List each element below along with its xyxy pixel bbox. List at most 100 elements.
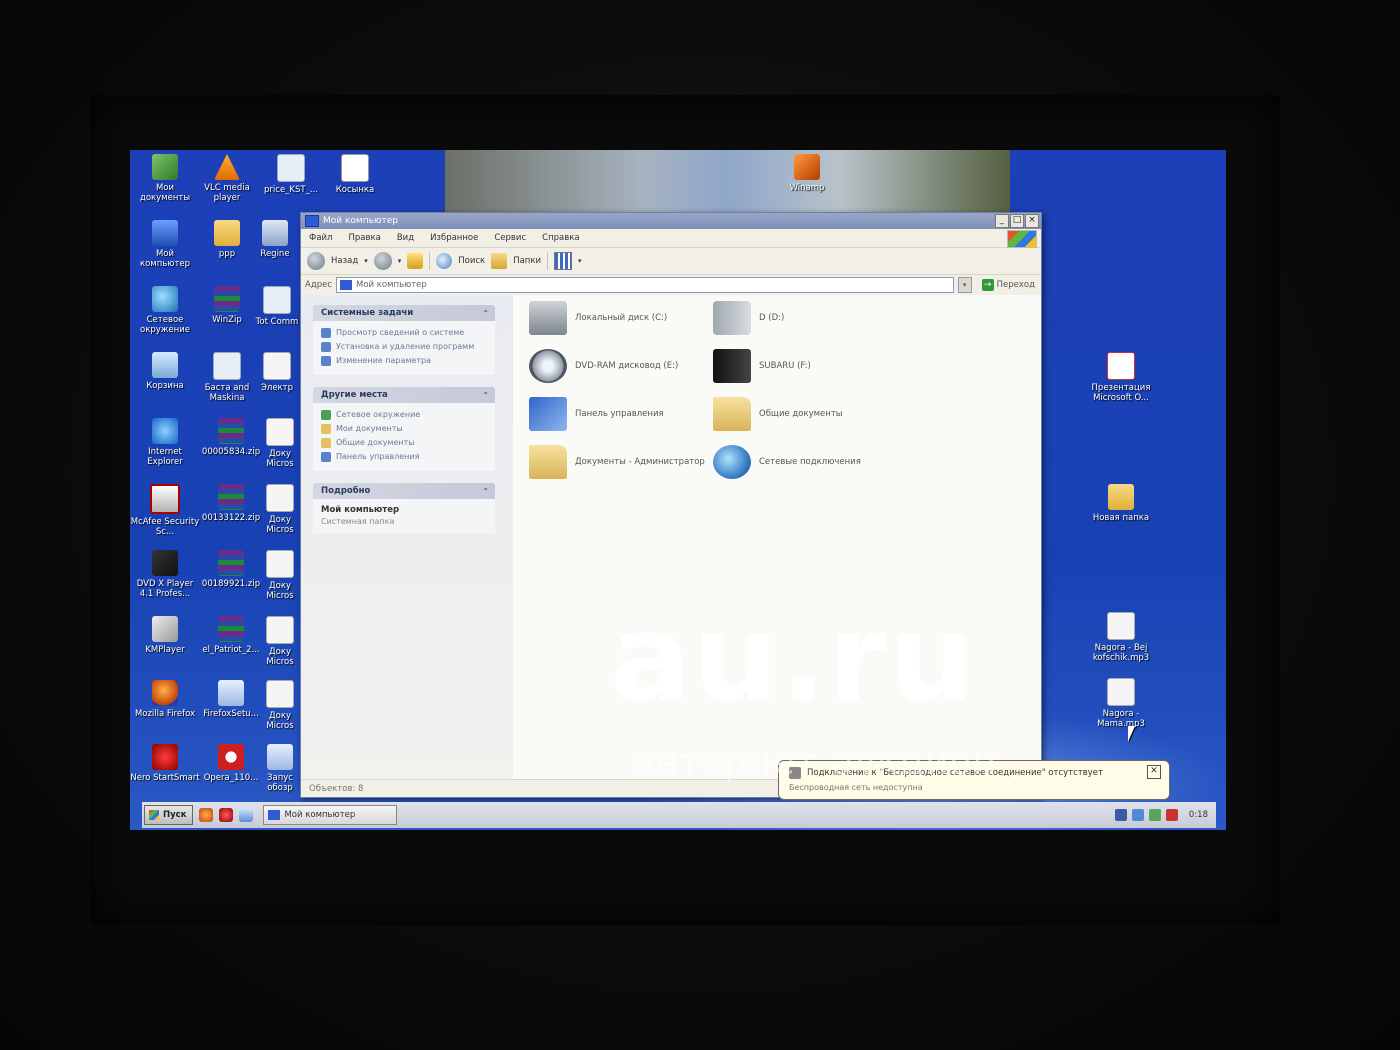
back-arrow-icon[interactable] — [307, 252, 325, 270]
desktop-icon-my-documents[interactable]: Мои документы — [130, 154, 200, 203]
item-subaru-f[interactable]: SUBARU (F:) — [713, 349, 811, 383]
desktop-icon-mcafee[interactable]: McAfee Security Sc... — [130, 484, 200, 537]
desktop-icon-regine[interactable]: Regine — [250, 220, 300, 259]
chevron-down-icon[interactable]: ▾ — [398, 257, 402, 265]
quicklaunch-desktop-icon[interactable] — [239, 808, 254, 822]
desktop-icon-my-computer[interactable]: Мой компьютер — [130, 220, 200, 269]
system-tray: 0:18 — [1107, 804, 1216, 826]
menu-view[interactable]: Вид — [397, 233, 414, 243]
item-drive-d[interactable]: D (D:) — [713, 301, 784, 335]
desktop-icon-basta[interactable]: Баста and Maskina — [192, 352, 262, 403]
desktop-icon-dvdx[interactable]: DVD X Player 4.1 Profes... — [130, 550, 200, 599]
place-my-documents[interactable]: Мои документы — [321, 423, 487, 434]
desktop-icon-opera[interactable]: Opera_110... — [196, 744, 266, 783]
installer-icon — [218, 680, 244, 706]
taskbar-button-my-computer[interactable]: Мой компьютер — [263, 805, 398, 825]
desktop-icon-doc-4[interactable]: Доку Micros — [260, 616, 300, 667]
window-titlebar[interactable]: Мой компьютер _ □ × — [301, 213, 1041, 229]
item-local-disk-c[interactable]: Локальный диск (C:) — [529, 301, 667, 335]
quicklaunch-firefox-icon[interactable] — [199, 808, 214, 822]
antivirus-tray-icon[interactable] — [1165, 809, 1178, 821]
address-input[interactable]: Мой компьютер — [336, 277, 954, 293]
forward-arrow-icon[interactable] — [373, 252, 392, 270]
desktop-icon-zip-3[interactable]: 00189921.zip — [196, 550, 266, 589]
menu-edit[interactable]: Правка — [348, 233, 380, 243]
my-documents-icon — [152, 154, 178, 180]
task-change-setting[interactable]: Изменение параметра — [321, 355, 487, 366]
desktop-icon-doc-5[interactable]: Доку Micros — [260, 680, 300, 731]
close-button[interactable]: × — [1025, 214, 1039, 228]
desktop-icon-doc-1[interactable]: Доку Micros — [260, 418, 300, 469]
task-add-remove-programs[interactable]: Установка и удаление программ — [321, 341, 487, 352]
minimize-button[interactable]: _ — [995, 214, 1009, 228]
menu-file[interactable]: Файл — [309, 233, 332, 243]
desktop-icon-mp3-1[interactable]: Nagora - Bej kofschik.mp3 — [1086, 612, 1156, 663]
clock[interactable]: 0:18 — [1189, 810, 1208, 820]
collapse-chevron-icon[interactable]: ⌃ — [482, 391, 489, 400]
folders-button[interactable]: Папки — [513, 256, 541, 266]
other-places-header[interactable]: Другие места ⌃ — [313, 387, 495, 403]
system-tasks-header[interactable]: Системные задачи ⌃ — [313, 305, 495, 321]
menu-tools[interactable]: Сервис — [494, 233, 526, 243]
maximize-button[interactable]: □ — [1010, 214, 1024, 228]
item-dvd-e[interactable]: DVD-RAM дисковод (E:) — [529, 349, 678, 383]
place-shared-documents[interactable]: Общие документы — [321, 437, 487, 448]
address-dropdown-button[interactable]: ▾ — [957, 277, 972, 293]
desktop-icon-recycle-bin[interactable]: Корзина — [130, 352, 200, 391]
desktop-icon-total-commander[interactable]: Tot Comm — [254, 286, 300, 327]
menu-help[interactable]: Справка — [542, 233, 579, 243]
document-icon — [266, 484, 294, 512]
start-button[interactable]: Пуск — [144, 805, 194, 825]
chevron-down-icon[interactable]: ▾ — [578, 257, 582, 265]
desktop-icon-el-patriot[interactable]: el_Patriot_2... — [196, 616, 266, 655]
details-header[interactable]: Подробно ⌃ — [313, 483, 495, 499]
desktop-icon-electr[interactable]: Электр — [254, 352, 300, 393]
item-shared-documents[interactable]: Общие документы — [713, 397, 843, 431]
desktop-icon-zip-1[interactable]: 00005834.zip — [196, 418, 266, 457]
desktop-icon-network[interactable]: Сетевое окружение — [130, 286, 200, 335]
place-network[interactable]: Сетевое окружение — [321, 409, 487, 420]
language-indicator-icon[interactable] — [1114, 809, 1127, 821]
go-button[interactable]: → Переход — [976, 279, 1041, 291]
task-view-system-info[interactable]: Просмотр сведений о системе — [321, 327, 487, 338]
desktop-icon-winzip[interactable]: WinZip — [192, 286, 262, 325]
desktop-icon-presentation[interactable]: Презентация Microsoft O... — [1086, 352, 1156, 403]
desktop-icon-firefox-setup[interactable]: FirefoxSetu... — [196, 680, 266, 719]
place-control-panel[interactable]: Панель управления — [321, 451, 487, 462]
up-folder-icon[interactable] — [407, 253, 424, 269]
collapse-chevron-icon[interactable]: ⌃ — [482, 309, 489, 318]
task-pane: Системные задачи ⌃ Просмотр сведений о с… — [301, 295, 513, 779]
desktop-icon-mp3-2[interactable]: Nagora - Mama.mp3 — [1086, 678, 1156, 729]
desktop-icon-winamp[interactable]: Winamp — [772, 154, 842, 193]
desktop-icon-solitaire[interactable]: Косынка — [320, 154, 390, 195]
desktop-icon-nero[interactable]: Nero StartSmart — [130, 744, 200, 783]
search-button[interactable]: Поиск — [458, 256, 485, 266]
dvd-player-icon — [152, 550, 178, 576]
desktop-icon-kmplayer[interactable]: KMPlayer — [130, 616, 200, 655]
desktop-icon-zip-2[interactable]: 00133122.zip — [196, 484, 266, 523]
search-icon — [436, 253, 453, 269]
item-network-connections[interactable]: Сетевые подключения — [713, 445, 861, 479]
collapse-chevron-icon[interactable]: ⌃ — [482, 487, 489, 496]
back-button[interactable]: Назад — [331, 256, 358, 266]
menu-favorites[interactable]: Избранное — [430, 233, 478, 243]
desktop-icon-doc-3[interactable]: Доку Micros — [260, 550, 300, 601]
quicklaunch-opera-icon[interactable] — [219, 808, 234, 822]
other-places-panel: Другие места ⌃ Сетевое окружение Мои док… — [313, 387, 495, 471]
item-control-panel[interactable]: Панель управления — [529, 397, 664, 431]
desktop-icon-doc-2[interactable]: Доку Micros — [260, 484, 300, 535]
desktop-icon-new-folder[interactable]: Новая папка — [1086, 484, 1156, 523]
desktop-icon-ie[interactable]: Internet Explorer — [130, 418, 200, 467]
network-tray-icon[interactable] — [1131, 809, 1144, 821]
desktop-icon-price-kst[interactable]: price_KST_... — [256, 154, 326, 195]
item-admin-documents[interactable]: Документы - Администратор — [529, 445, 705, 479]
desktop-icon-firefox[interactable]: Mozilla Firefox — [130, 680, 200, 719]
chevron-down-icon[interactable]: ▾ — [364, 257, 368, 265]
wireless-tray-icon[interactable] — [1148, 809, 1161, 821]
view-mode-icon[interactable] — [554, 252, 573, 270]
folder-icon — [1108, 484, 1134, 510]
folder-icon — [713, 397, 751, 431]
desktop-icon-vlc[interactable]: VLC media player — [192, 154, 262, 203]
balloon-close-button[interactable]: ✕ — [1147, 765, 1161, 779]
desktop-icon-launch[interactable]: Запус обозр — [260, 744, 300, 793]
